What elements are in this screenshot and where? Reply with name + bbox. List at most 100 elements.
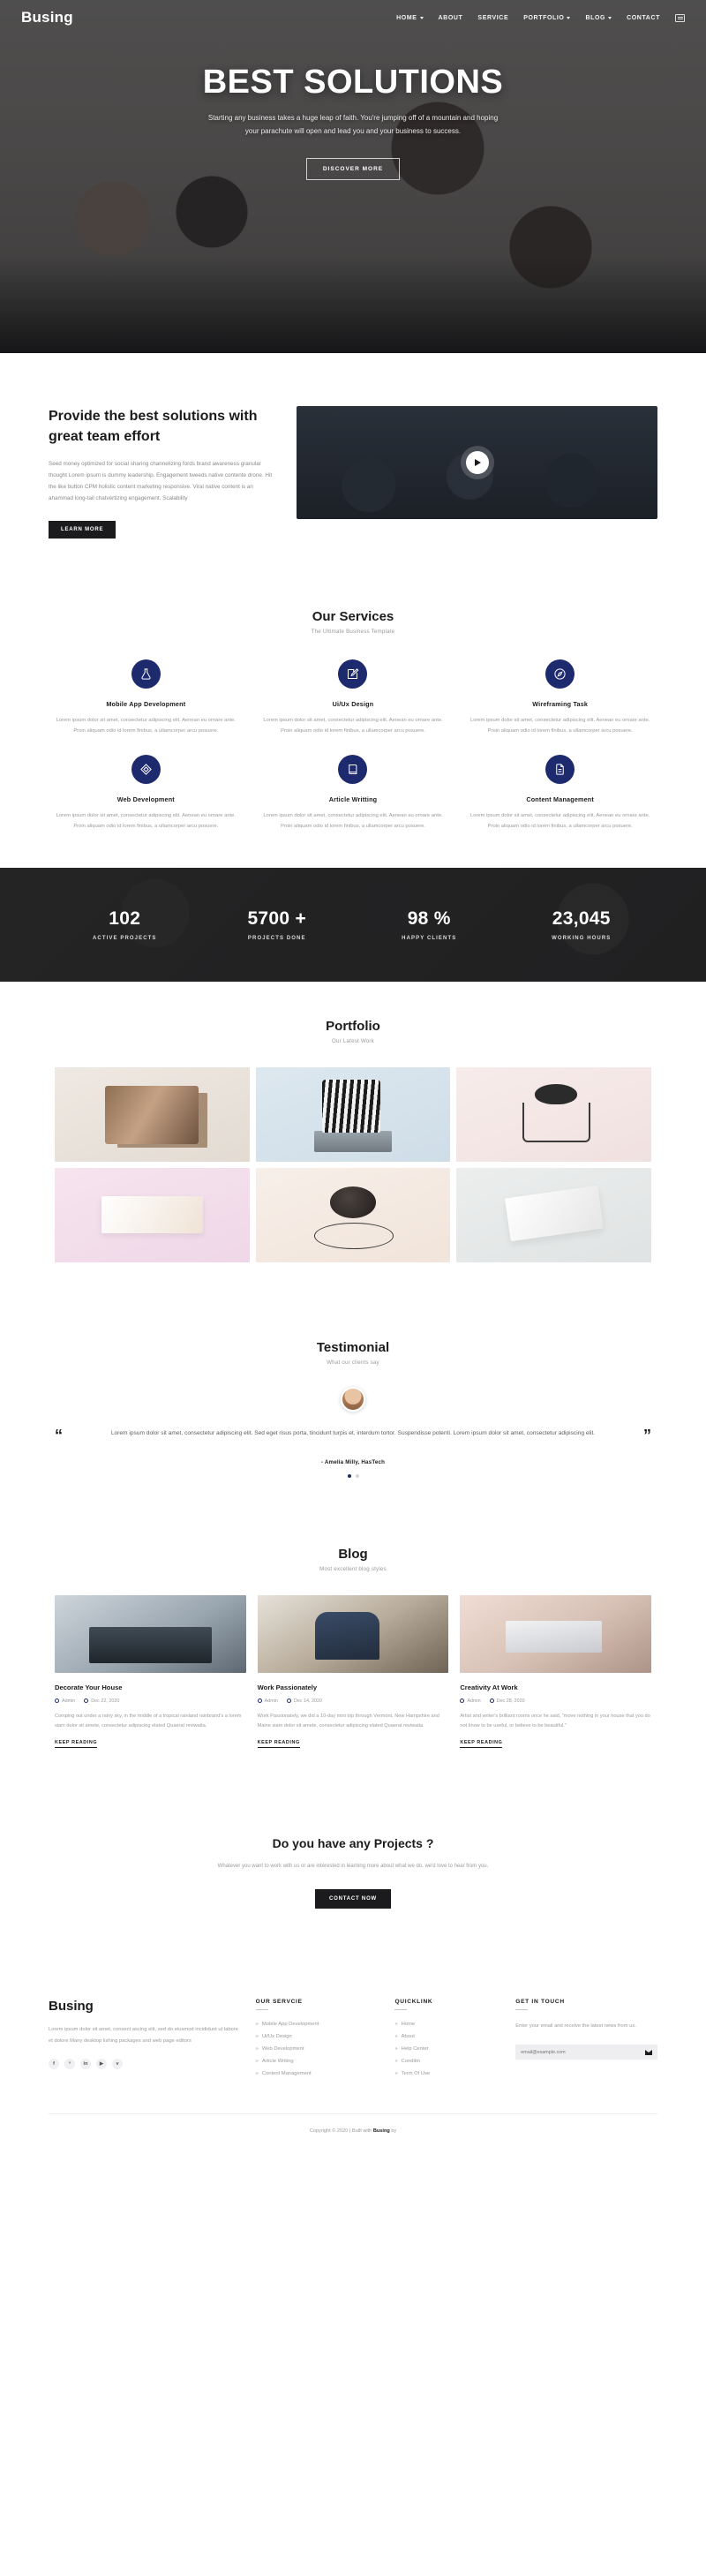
about-body: Seed money optimized for social sharing … — [49, 461, 273, 502]
portfolio-item-paper-box[interactable] — [55, 1167, 250, 1262]
blog-card[interactable]: Decorate Your House Admin Dec 22, 2020 C… — [55, 1594, 246, 1749]
footer-link[interactable]: » Help Center — [394, 2046, 499, 2052]
blog-card[interactable]: Creativity At Work Admin Dec 28, 2020 Ar… — [460, 1594, 651, 1749]
carousel-dot-1[interactable] — [347, 1473, 351, 1478]
portfolio-item-desk-lamp[interactable] — [456, 1066, 651, 1162]
section-subtitle: The Ultimate Business Template — [311, 629, 395, 635]
blog-grid: Decorate Your House Admin Dec 22, 2020 C… — [0, 1572, 706, 1749]
footer-link[interactable]: » Term Of Use — [394, 2071, 499, 2076]
blog-date: Dec 22, 2020 — [84, 1699, 119, 1704]
footer-link[interactable]: » Web Development — [256, 2046, 379, 2052]
nav-item-service[interactable]: SERVICE — [477, 15, 508, 21]
service-desc: Lorem ipsum dolor sit amet, consectetur … — [470, 718, 650, 734]
chevron-right-icon: » — [255, 2071, 259, 2077]
blog-thumbnail[interactable] — [460, 1594, 651, 1673]
footer-link[interactable]: » Home — [394, 2022, 499, 2027]
section-title: Testimonial — [316, 1339, 390, 1355]
service-title: Content Management — [526, 795, 594, 803]
service-card[interactable]: Ui/Ux Design Lorem ipsum dolor sit amet,… — [256, 659, 451, 737]
chevron-right-icon: » — [255, 2022, 259, 2028]
pencil-edit-icon — [338, 659, 368, 689]
portfolio-item-folded-paper[interactable] — [456, 1167, 651, 1262]
stat-item: 98 % HAPPY CLIENTS — [353, 908, 506, 941]
blog-excerpt: Artist and writer's brilliant rooms once… — [460, 1713, 650, 1729]
linkedin-icon[interactable]: in — [80, 2058, 91, 2069]
youtube-icon[interactable]: ▶ — [96, 2058, 107, 2069]
footer-link[interactable]: » About — [394, 2034, 499, 2039]
twitter-icon[interactable]: ᵛ — [64, 2058, 75, 2069]
portfolio-item-makeup-brush[interactable] — [255, 1167, 451, 1262]
calendar-icon — [286, 1699, 291, 1703]
footer-link[interactable]: » Content Management — [256, 2071, 379, 2076]
user-icon — [55, 1699, 59, 1703]
email-input[interactable] — [521, 2049, 645, 2055]
keep-reading-link[interactable]: KEEP READING — [257, 1740, 300, 1749]
testimonial-heading: Testimonial What our clients say — [0, 1340, 706, 1366]
blog-card[interactable]: Work Passionately Admin Dec 14, 2020 Wor… — [257, 1594, 449, 1749]
user-icon — [257, 1699, 262, 1703]
service-card[interactable]: Wireframing Task Lorem ipsum dolor sit a… — [462, 659, 657, 737]
carousel-dot-2[interactable] — [355, 1473, 359, 1478]
blog-author: Admin — [460, 1699, 481, 1704]
copyright-bar: Copyright © 2020 | Built with Busing by — [49, 2113, 657, 2134]
service-title: Article Writting — [328, 795, 378, 803]
footer-column-heading: OUR SERVCIE — [255, 1999, 379, 2011]
video-thumbnail[interactable] — [297, 406, 657, 519]
testimonial-avatar — [341, 1386, 365, 1412]
nav-item-portfolio[interactable]: PORTFOLIO — [523, 15, 571, 21]
contact-now-button[interactable]: CONTACT NOW — [314, 1889, 391, 1909]
service-card[interactable]: Content Management Lorem ipsum dolor sit… — [462, 754, 657, 832]
vimeo-icon[interactable]: v — [112, 2058, 123, 2069]
social-links: f ᵛ in ▶ v — [49, 2058, 240, 2069]
service-card[interactable]: Web Development Lorem ipsum dolor sit am… — [49, 754, 244, 832]
newsletter-text: Enter your email and receive the latest … — [515, 2023, 636, 2030]
footer-brand-block: Busing Lorem ipsum dolor sit amet, conse… — [49, 1999, 240, 2083]
about-title: Provide the best solutions with great te… — [49, 409, 258, 445]
blog-thumbnail[interactable] — [257, 1594, 449, 1673]
document-icon — [545, 754, 575, 784]
footer-link[interactable]: » Mobile App Development — [256, 2022, 379, 2027]
service-card[interactable]: Mobile App Development Lorem ipsum dolor… — [49, 659, 244, 737]
nav-item-contact[interactable]: CONTACT — [627, 15, 660, 21]
nav-item-about[interactable]: ABOUT — [439, 15, 463, 21]
footer-link[interactable]: » Article Writing — [256, 2059, 379, 2064]
section-subtitle: Most excellent blog styles — [319, 1565, 387, 1572]
nav-item-home[interactable]: HOME — [396, 15, 424, 21]
hamburger-icon[interactable] — [675, 13, 685, 22]
footer-column-services: OUR SERVCIE » Mobile App Development » Ui/… — [255, 1999, 379, 2083]
footer-logo[interactable]: Busing — [49, 1999, 240, 2014]
footer-column-heading: QUICKLINK — [394, 1999, 499, 2011]
discover-more-button[interactable]: DISCOVER MORE — [305, 157, 401, 180]
keep-reading-link[interactable]: KEEP READING — [55, 1740, 98, 1749]
service-card[interactable]: Article Writting Lorem ipsum dolor sit a… — [256, 754, 451, 832]
footer: Busing Lorem ipsum dolor sit amet, conse… — [0, 1960, 706, 2158]
stat-item: 5700 + PROJECTS DONE — [201, 908, 354, 941]
section-title: Portfolio — [326, 1018, 380, 1034]
keep-reading-link[interactable]: KEEP READING — [460, 1740, 503, 1749]
brand-logo[interactable]: Busing — [21, 9, 73, 26]
blog-meta: Admin Dec 14, 2020 — [257, 1699, 449, 1704]
learn-more-button[interactable]: LEARN MORE — [49, 521, 116, 539]
stat-item: 102 ACTIVE PROJECTS — [49, 908, 201, 941]
stat-label: HAPPY CLIENTS — [402, 935, 457, 941]
quote-open-icon: “ — [55, 1426, 63, 1444]
blog-date: Dec 14, 2020 — [286, 1699, 322, 1704]
envelope-icon[interactable] — [644, 2049, 652, 2055]
about-section: Provide the best solutions with great te… — [0, 353, 706, 590]
facebook-icon[interactable]: f — [49, 2058, 59, 2069]
play-icon[interactable] — [465, 451, 489, 474]
portfolio-item-striped-bottle[interactable] — [255, 1066, 451, 1162]
portfolio-item-cosmetic-tubes[interactable] — [55, 1066, 250, 1162]
service-desc: Lorem ipsum dolor sit amet, consectetur … — [263, 812, 443, 829]
footer-link[interactable]: » Ui/Ux Design — [256, 2034, 379, 2039]
chevron-right-icon: » — [394, 2059, 398, 2065]
footer-link[interactable]: » Conditin — [394, 2059, 499, 2064]
nav-item-blog[interactable]: BLOG — [585, 15, 612, 21]
service-title: Mobile App Development — [106, 700, 186, 708]
chevron-down-icon — [608, 16, 612, 19]
cta-section: Do you have any Projects ? Whatever you … — [0, 1789, 706, 1960]
stat-value: 23,045 — [552, 908, 611, 929]
chevron-down-icon — [419, 16, 424, 19]
blog-thumbnail[interactable] — [55, 1594, 246, 1673]
copyright-brand: Busing — [372, 2128, 390, 2135]
